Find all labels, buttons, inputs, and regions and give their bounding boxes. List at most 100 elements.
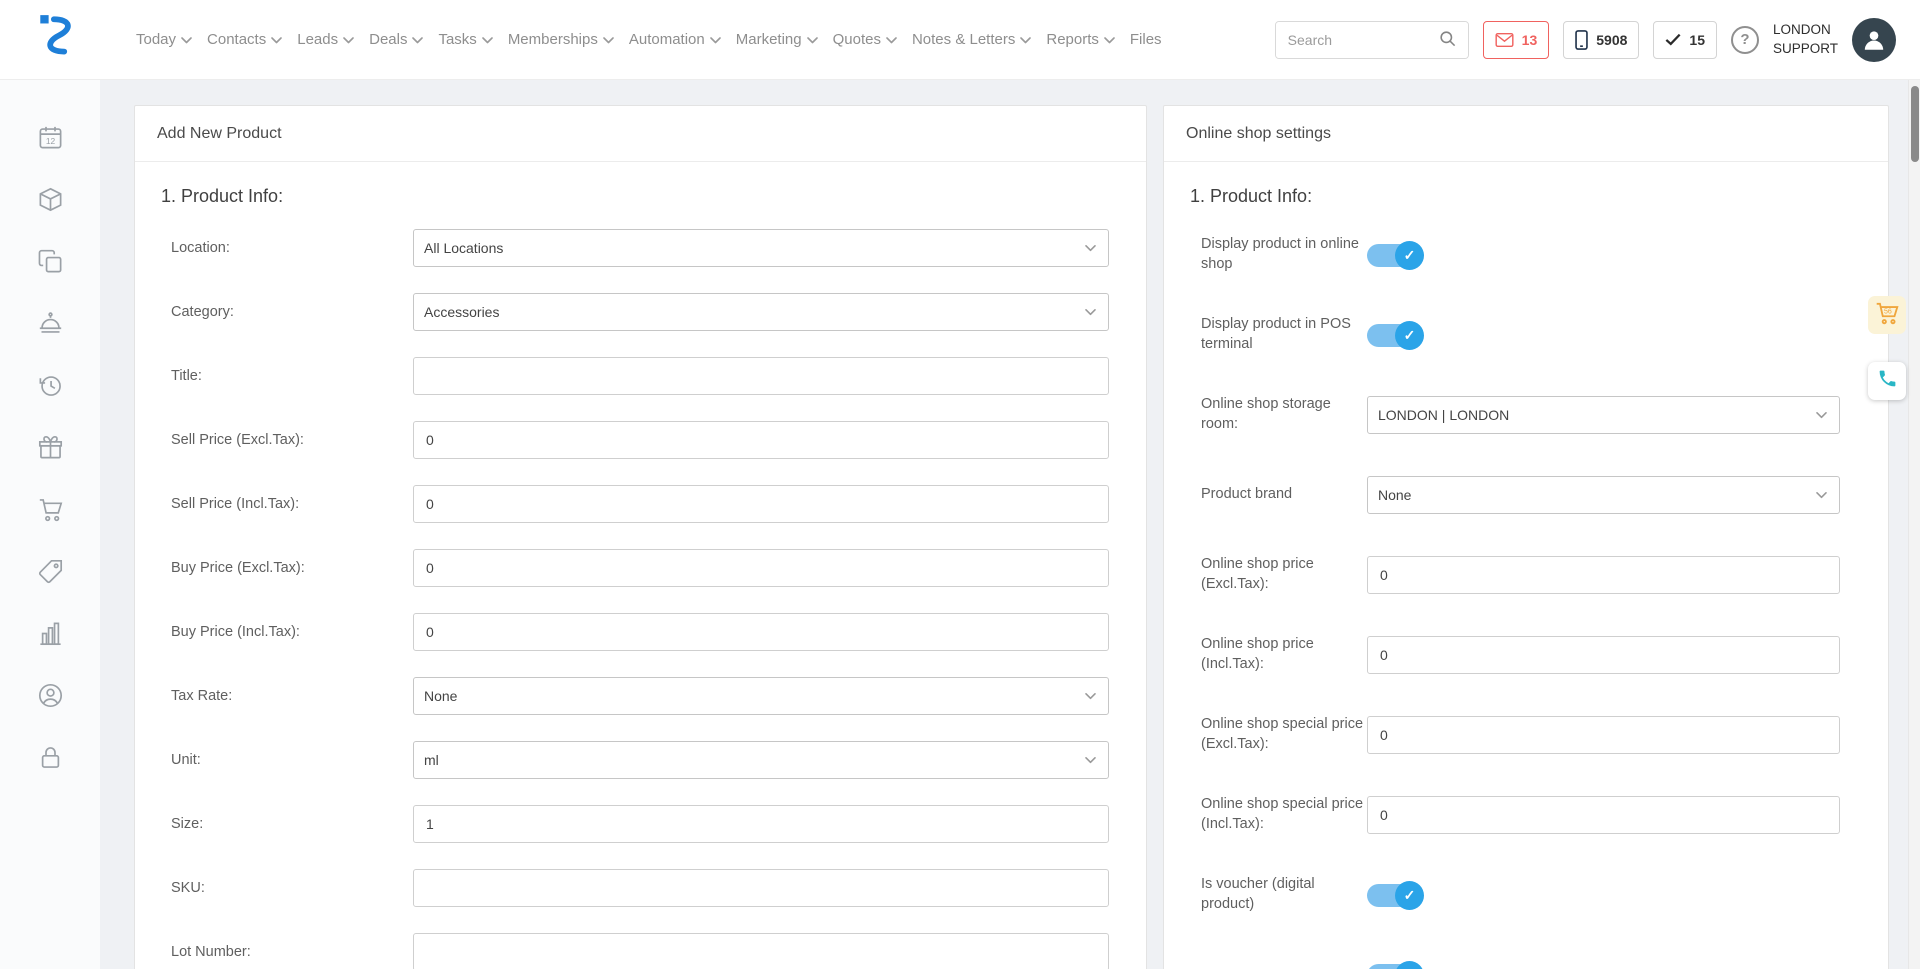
- buy-price-incl-tax-input[interactable]: [413, 613, 1109, 651]
- add-product-form: Location:All LocationsCategory:Accessori…: [135, 229, 1146, 969]
- search-button[interactable]: [1428, 22, 1468, 58]
- sidebar-item-products[interactable]: [36, 188, 64, 216]
- check-icon: ✓: [1404, 888, 1416, 902]
- size-input[interactable]: [413, 805, 1109, 843]
- sell-price-incl-tax-label: Sell Price (Incl.Tax):: [171, 496, 413, 512]
- toggle-knob: ✓: [1395, 961, 1424, 969]
- tax-rate-label: Tax Rate:: [171, 688, 413, 704]
- mobile-phone-icon: [1575, 30, 1588, 50]
- top-nav: Today Contacts Leads Deals Tasks Memberships A…: [0, 0, 1920, 80]
- display-product-in-pos-terminal-toggle[interactable]: ✓: [1367, 324, 1422, 347]
- sidebar-item-shop[interactable]: [36, 498, 64, 526]
- chevron-down-icon: [412, 37, 423, 44]
- online-shop-price-excl-tax-input[interactable]: [1367, 556, 1840, 594]
- chevron-down-icon: [271, 37, 282, 44]
- unit-select[interactable]: ml: [413, 741, 1109, 779]
- envelope-icon: [1495, 32, 1514, 48]
- online-shop-storage-room-select[interactable]: LONDON | LONDON: [1367, 396, 1840, 434]
- lot-number-input[interactable]: [413, 933, 1109, 969]
- field-row-lot-number: Lot Number:: [135, 933, 1146, 969]
- online-shop-price-incl-tax-input[interactable]: [1367, 636, 1840, 674]
- nav-item-label: Notes & Letters: [912, 31, 1015, 48]
- check-icon: [1665, 33, 1681, 46]
- online-shop-special-price-excl-tax-label: Online shop special price (Excl.Tax):: [1201, 715, 1367, 754]
- display-product-in-online-shop-toggle[interactable]: ✓: [1367, 244, 1422, 267]
- nav-item-tasks[interactable]: Tasks: [438, 31, 492, 48]
- badge-value: 15: [1689, 32, 1705, 48]
- scrollbar-thumb[interactable]: [1911, 86, 1919, 162]
- nav-item-marketing[interactable]: Marketing: [736, 31, 818, 48]
- sidebar-item-security[interactable]: [36, 746, 64, 774]
- package-icon: [37, 186, 64, 218]
- app-logo[interactable]: [32, 14, 84, 66]
- tasks-badge[interactable]: 15: [1653, 21, 1717, 59]
- chevron-down-icon: [886, 37, 897, 44]
- field-row-sell-price-incl-tax: Sell Price (Incl.Tax):: [135, 485, 1146, 523]
- tax-rate-select[interactable]: None: [413, 677, 1109, 715]
- display-product-in-pos-terminal-label: Display product in POS terminal: [1201, 315, 1367, 354]
- top-right-cluster: 13590815 ? LONDON SUPPORT: [1275, 18, 1896, 62]
- sidebar-item-pricing[interactable]: [36, 560, 64, 588]
- nav-item-contacts[interactable]: Contacts: [207, 31, 282, 48]
- tag-icon: [37, 558, 64, 590]
- nav-item-label: Files: [1130, 31, 1162, 48]
- title-label: Title:: [171, 368, 413, 384]
- partial-row-9-toggle[interactable]: ✓: [1367, 964, 1422, 969]
- online-shop-special-price-incl-tax-input[interactable]: [1367, 796, 1840, 834]
- title-input[interactable]: [413, 357, 1109, 395]
- nav-item-label: Marketing: [736, 31, 802, 48]
- nav-item-memberships[interactable]: Memberships: [508, 31, 614, 48]
- nav-item-today[interactable]: Today: [136, 31, 192, 48]
- sell-price-incl-tax-input[interactable]: [413, 485, 1109, 523]
- search-input[interactable]: [1276, 22, 1428, 58]
- nav-item-files[interactable]: Files: [1130, 31, 1162, 48]
- left-sidebar: 12: [0, 80, 100, 969]
- sku-input[interactable]: [413, 869, 1109, 907]
- person-icon: [1861, 21, 1887, 58]
- badge-value: 5908: [1596, 32, 1627, 48]
- sidebar-item-calendar[interactable]: 12: [36, 126, 64, 154]
- user-avatar[interactable]: [1852, 18, 1896, 62]
- buy-price-excl-tax-input[interactable]: [413, 549, 1109, 587]
- messages-badge[interactable]: 13: [1483, 21, 1550, 59]
- nav-item-reports[interactable]: Reports: [1046, 31, 1115, 48]
- sidebar-item-services[interactable]: [36, 312, 64, 340]
- user-name-line1: LONDON: [1773, 21, 1838, 39]
- nav-item-quotes[interactable]: Quotes: [833, 31, 897, 48]
- sidebar-item-copy[interactable]: [36, 250, 64, 278]
- sidebar-item-support[interactable]: [36, 684, 64, 712]
- toggle-knob: ✓: [1395, 321, 1424, 350]
- product-brand-select[interactable]: None: [1367, 476, 1840, 514]
- is-voucher-digital-product-label: Is voucher (digital product): [1201, 875, 1367, 914]
- calls-badge[interactable]: 5908: [1563, 21, 1639, 59]
- nav-item-leads[interactable]: Leads: [297, 31, 354, 48]
- nav-item-automation[interactable]: Automation: [629, 31, 721, 48]
- field-row-title: Title:: [135, 357, 1146, 395]
- category-select[interactable]: Accessories: [413, 293, 1109, 331]
- field-row-is-voucher-digital-product: Is voucher (digital product) ✓: [1164, 869, 1888, 921]
- field-row-sku: SKU:: [135, 869, 1146, 907]
- search-box: [1275, 21, 1469, 59]
- nav-item-label: Reports: [1046, 31, 1099, 48]
- nav-item-deals[interactable]: Deals: [369, 31, 423, 48]
- field-row-online-shop-price-incl-tax: Online shop price (Incl.Tax):: [1164, 629, 1888, 681]
- nav-item-notes-letters[interactable]: Notes & Letters: [912, 31, 1031, 48]
- sidebar-item-gifts[interactable]: [36, 436, 64, 464]
- sidebar-item-reports[interactable]: [36, 622, 64, 650]
- online-shop-special-price-excl-tax-input[interactable]: [1367, 716, 1840, 754]
- scrollbar[interactable]: [1908, 80, 1920, 969]
- field-row-unit: Unit:ml: [135, 741, 1146, 779]
- floating-phone-button[interactable]: [1868, 362, 1906, 400]
- help-button[interactable]: ?: [1731, 26, 1759, 54]
- gift-icon: [37, 434, 64, 466]
- floating-cart-button[interactable]: 56: [1868, 296, 1906, 334]
- sidebar-item-history[interactable]: [36, 374, 64, 402]
- field-row-online-shop-special-price-incl-tax: Online shop special price (Incl.Tax):: [1164, 789, 1888, 841]
- buy-price-excl-tax-label: Buy Price (Excl.Tax):: [171, 560, 413, 576]
- add-new-product-title: Add New Product: [135, 106, 1146, 162]
- sell-price-excl-tax-input[interactable]: [413, 421, 1109, 459]
- is-voucher-digital-product-toggle[interactable]: ✓: [1367, 884, 1422, 907]
- location-select[interactable]: All Locations: [413, 229, 1109, 267]
- sell-price-excl-tax-label: Sell Price (Excl.Tax):: [171, 432, 413, 448]
- product-brand-label: Product brand: [1201, 485, 1367, 505]
